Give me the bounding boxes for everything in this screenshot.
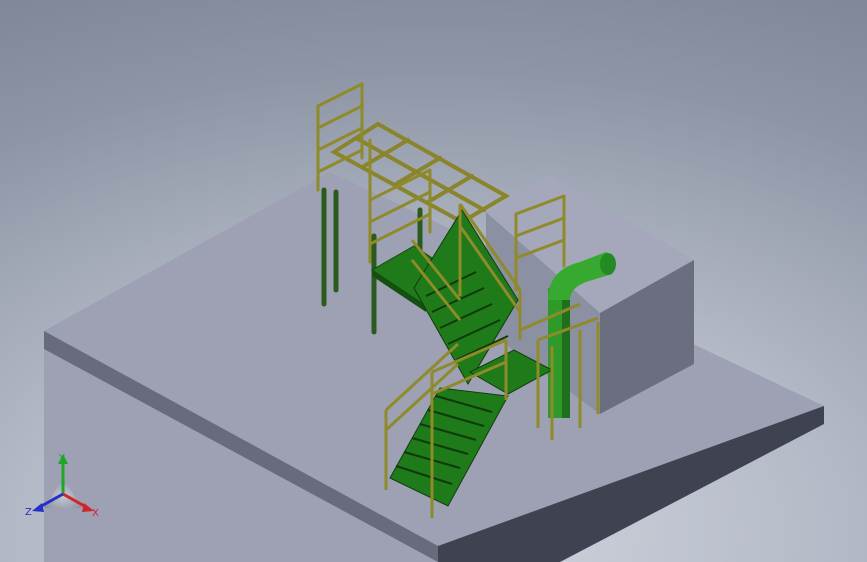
z-axis-arrow-icon xyxy=(32,503,44,512)
orientation-triad[interactable]: Y X Z xyxy=(22,448,104,524)
graphics-viewport[interactable]: Y X Z xyxy=(0,0,867,562)
model-scene[interactable] xyxy=(0,0,867,562)
x-axis-label: X xyxy=(92,508,99,519)
pipe-end xyxy=(600,253,616,275)
z-axis-label: Z xyxy=(25,507,32,518)
y-axis-label: Y xyxy=(58,453,66,464)
